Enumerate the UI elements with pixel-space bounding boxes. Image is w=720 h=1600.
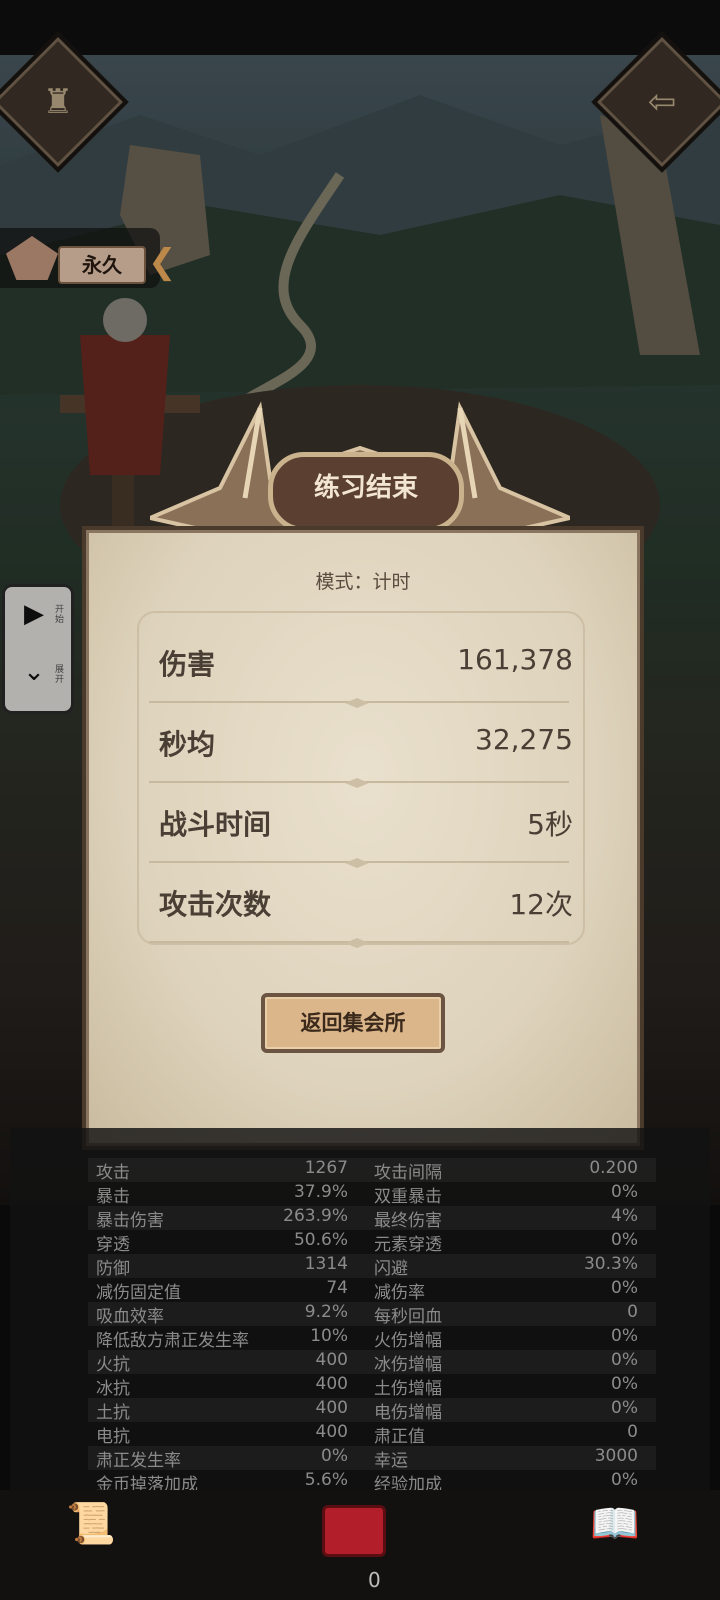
attr-value: 30.3% <box>583 1254 638 1274</box>
scroll-icon[interactable]: 📜 <box>66 1500 116 1547</box>
attr-name: 闪避 <box>374 1259 408 1279</box>
attr-value: 0% <box>611 1230 638 1250</box>
stat-row-damage: 伤害 161,378 <box>149 623 573 708</box>
attribute-row: 吸血效率 9.2% 每秒回血 0 <box>88 1302 656 1327</box>
attribute-row: 暴击伤害 263.9% 最终伤害 4% <box>88 1206 656 1231</box>
attr-name: 攻击间隔 <box>374 1163 442 1183</box>
attr-value: 0% <box>321 1446 348 1466</box>
stat-row-attack-count: 攻击次数 12次 <box>149 863 573 948</box>
attr-name: 暴击伤害 <box>96 1211 164 1231</box>
chest-count: 0 <box>368 1568 381 1592</box>
divider-gem <box>345 938 369 948</box>
attribute-row: 火抗 400 冰伤增幅 0% <box>88 1350 656 1375</box>
attr-value: 50.6% <box>293 1230 348 1250</box>
treasure-chest-icon[interactable] <box>322 1505 386 1557</box>
attribute-row: 穿透 50.6% 元素穿透 0% <box>88 1230 656 1255</box>
attr-name: 元素穿透 <box>374 1235 442 1255</box>
attr-name: 幸运 <box>374 1451 408 1471</box>
attr-name: 肃正发生率 <box>96 1451 181 1471</box>
attr-value: 0 <box>627 1422 638 1442</box>
attribute-row: 防御 1314 闪避 30.3% <box>88 1254 656 1279</box>
attribute-row: 土抗 400 电伤增幅 0% <box>88 1398 656 1423</box>
attr-name: 最终伤害 <box>374 1211 442 1231</box>
attr-name: 土抗 <box>96 1403 130 1423</box>
stat-value: 32,275 <box>475 723 573 756</box>
attribute-row: 肃正发生率 0% 幸运 3000 <box>88 1446 656 1471</box>
attribute-list: 攻击 1267 攻击间隔 0.200 暴击 37.9% 双重暴击 0% 暴击伤害… <box>10 1128 710 1508</box>
attr-name: 冰抗 <box>96 1379 130 1399</box>
attr-name: 穿透 <box>96 1235 130 1255</box>
stat-label: 秒均 <box>159 728 216 761</box>
attr-name: 减伤固定值 <box>96 1283 181 1303</box>
attr-value: 0% <box>611 1374 638 1394</box>
mode-label: 模式：计时 <box>315 571 411 593</box>
attr-value: 400 <box>315 1422 348 1442</box>
attr-name: 电伤增幅 <box>374 1403 442 1423</box>
attr-value: 3000 <box>594 1446 638 1466</box>
attr-name: 火伤增幅 <box>374 1331 442 1351</box>
stat-label: 伤害 <box>159 648 216 681</box>
attr-value: 74 <box>326 1278 348 1298</box>
game-scene: ♜ ⇦ 永久 ❮ ▶ 开始 ⌄ 展开 练习结束 模式：计时 伤害 161,378… <box>0 0 720 1600</box>
attr-value: 0% <box>611 1182 638 1202</box>
attr-name: 暴击 <box>96 1187 130 1207</box>
attr-value: 0% <box>611 1470 638 1490</box>
stat-row-battle-time: 战斗时间 5秒 <box>149 783 573 868</box>
attribute-row: 暴击 37.9% 双重暴击 0% <box>88 1182 656 1207</box>
attr-value: 9.2% <box>304 1302 348 1322</box>
stat-value: 12次 <box>509 888 573 921</box>
attribute-row: 攻击 1267 攻击间隔 0.200 <box>88 1158 656 1183</box>
attr-value: 0% <box>611 1278 638 1298</box>
attribute-row: 冰抗 400 土伤增幅 0% <box>88 1374 656 1399</box>
attr-value: 1314 <box>304 1254 348 1274</box>
return-to-hall-button[interactable]: 返回集会所 <box>261 993 445 1053</box>
attribute-row: 电抗 400 肃正值 0 <box>88 1422 656 1447</box>
stat-label: 战斗时间 <box>159 808 272 841</box>
book-icon[interactable]: 📖 <box>590 1500 640 1547</box>
attribute-row: 减伤固定值 74 减伤率 0% <box>88 1278 656 1303</box>
attr-name: 土伤增幅 <box>374 1379 442 1399</box>
attr-value: 37.9% <box>293 1182 348 1202</box>
stat-label: 攻击次数 <box>159 888 272 921</box>
attr-value: 0.200 <box>589 1158 638 1178</box>
attr-value: 5.6% <box>304 1470 348 1490</box>
attr-name: 降低敌方肃正发生率 <box>96 1331 249 1351</box>
attr-value: 4% <box>611 1206 638 1226</box>
attr-name: 火抗 <box>96 1355 130 1375</box>
attr-value: 0% <box>611 1350 638 1370</box>
panel-title: 练习结束 <box>268 452 464 532</box>
attr-name: 双重暴击 <box>374 1187 442 1207</box>
practice-result-panel: 模式：计时 伤害 161,378 秒均 32,275 战斗时间 5秒 攻击次数 … <box>86 530 640 1146</box>
attribute-row: 降低敌方肃正发生率 10% 火伤增幅 0% <box>88 1326 656 1351</box>
attr-name: 吸血效率 <box>96 1307 164 1327</box>
attr-value: 400 <box>315 1398 348 1418</box>
attr-value: 0 <box>627 1302 638 1322</box>
stat-value: 5秒 <box>527 808 573 841</box>
attr-name: 减伤率 <box>374 1283 425 1303</box>
stat-row-dps: 秒均 32,275 <box>149 703 573 788</box>
attr-name: 攻击 <box>96 1163 130 1183</box>
attr-name: 电抗 <box>96 1427 130 1447</box>
attr-value: 10% <box>310 1326 348 1346</box>
attr-value: 400 <box>315 1350 348 1370</box>
attr-value: 0% <box>611 1398 638 1418</box>
stat-value: 161,378 <box>457 643 573 676</box>
attr-name: 肃正值 <box>374 1427 425 1447</box>
attr-name: 防御 <box>96 1259 130 1279</box>
attr-value: 263.9% <box>283 1206 348 1226</box>
attr-value: 1267 <box>304 1158 348 1178</box>
attr-value: 400 <box>315 1374 348 1394</box>
attr-name: 冰伤增幅 <box>374 1355 442 1375</box>
attr-name: 每秒回血 <box>374 1307 442 1327</box>
attr-value: 0% <box>611 1326 638 1346</box>
